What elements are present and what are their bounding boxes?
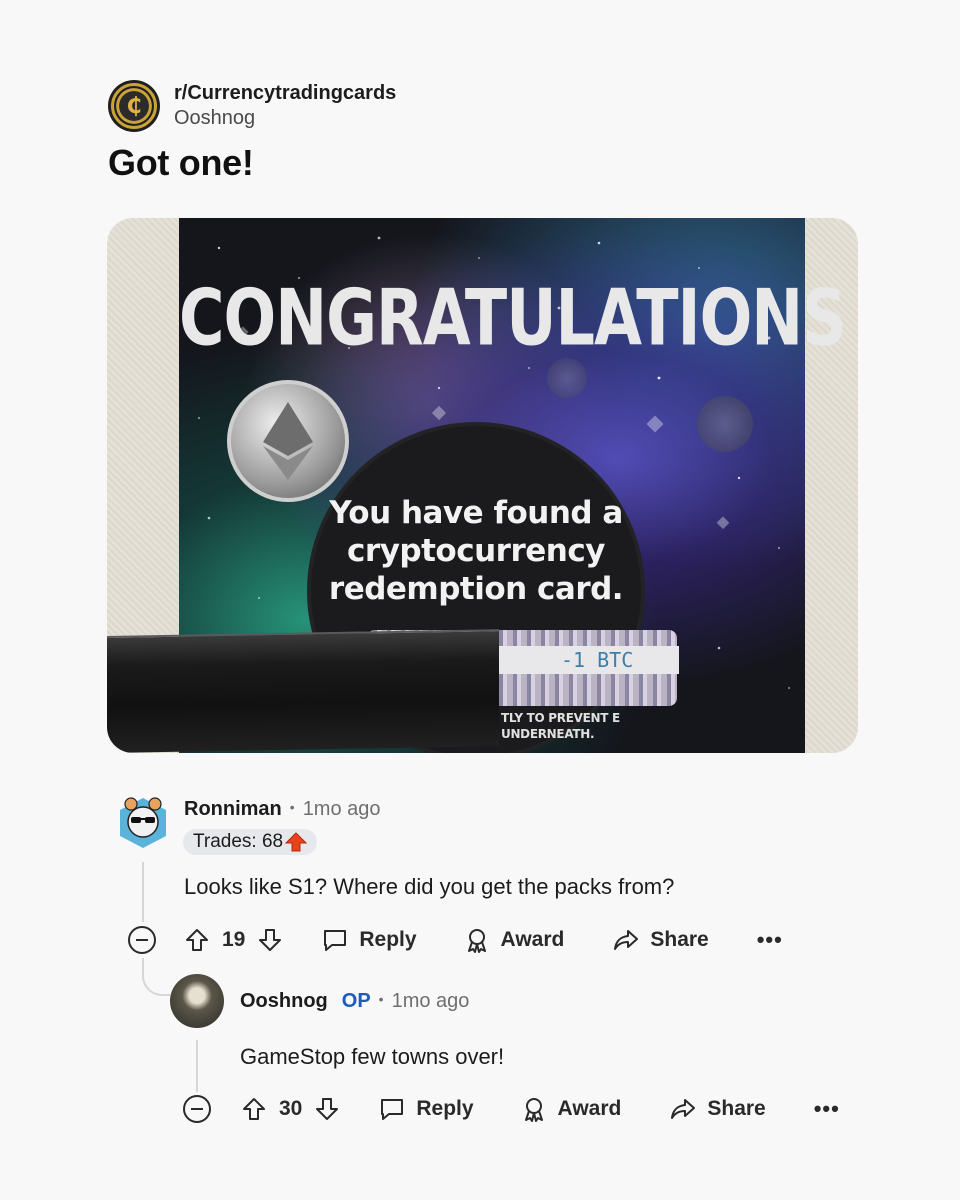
comment-time: 1mo ago — [302, 798, 381, 820]
flair-text: Trades: 68 — [193, 831, 284, 852]
upvote-icon — [243, 1098, 265, 1120]
upvote-icon — [186, 929, 208, 951]
more-options-icon[interactable]: ••• — [757, 927, 783, 953]
faded-coin — [547, 358, 587, 398]
reply-label: Reply — [359, 928, 417, 951]
upvote-button[interactable] — [241, 1096, 267, 1122]
more-options-icon[interactable]: ••• — [814, 1096, 840, 1122]
thread-line[interactable] — [196, 1040, 198, 1092]
award-button[interactable]: Award — [463, 926, 565, 954]
currency-coin-icon: ₵ — [126, 93, 142, 119]
comment-header: Ronniman • 1mo ago — [184, 798, 381, 821]
comment-bubble-icon — [381, 1099, 404, 1120]
collapse-icon[interactable] — [128, 926, 156, 954]
subreddit-name[interactable]: r/Currencytradingcards — [174, 81, 396, 105]
reply-author-avatar[interactable] — [170, 974, 224, 1028]
subreddit-avatar[interactable]: ₵ — [108, 80, 160, 132]
award-label: Award — [557, 1097, 622, 1120]
reply-button[interactable]: Reply — [378, 1095, 474, 1123]
award-label: Award — [500, 928, 565, 951]
award-button[interactable]: Award — [520, 1095, 622, 1123]
collapse-icon[interactable] — [183, 1095, 211, 1123]
commenter-avatar[interactable] — [116, 794, 170, 852]
share-icon — [671, 1099, 696, 1119]
thread-connector — [142, 958, 170, 996]
reply-label: Reply — [416, 1097, 474, 1120]
comment-author[interactable]: Ronniman — [184, 798, 282, 821]
upvote-button[interactable] — [184, 927, 210, 953]
card-headline: CONGRATULATIONS — [179, 272, 847, 364]
reply-body: GameStop few towns over! — [240, 1044, 505, 1069]
faded-bitcoin — [697, 396, 753, 452]
share-icon — [614, 930, 639, 950]
comment-actions: 19 Reply Award Share ••• — [128, 926, 783, 954]
post-image[interactable]: CONGRATULATIONS You have found a cryptoc… — [107, 218, 858, 753]
btc-value: -1 BTC — [499, 646, 679, 674]
post-title: Got one! — [108, 142, 254, 183]
award-icon — [524, 1098, 543, 1122]
vote-count: 19 — [222, 928, 246, 951]
black-card-case — [107, 629, 499, 753]
reply-button[interactable]: Reply — [321, 926, 417, 954]
post-author[interactable]: Ooshnog — [174, 105, 396, 131]
downvote-button[interactable] — [257, 927, 283, 953]
card-fine-print: TLY TO PREVENT E UNDERNEATH. — [501, 711, 620, 741]
share-button[interactable]: Share — [612, 926, 709, 954]
comment-body: Looks like S1? Where did you get the pac… — [184, 874, 675, 899]
share-label: Share — [650, 928, 709, 951]
red-up-arrow-icon — [285, 832, 308, 852]
ethereum-coin-icon — [227, 380, 349, 502]
card-message: You have found a cryptocurrency redempti… — [328, 495, 624, 607]
user-flair: Trades: 68 — [183, 829, 318, 855]
reply-author[interactable]: Ooshnog — [240, 990, 328, 1013]
share-label: Share — [707, 1097, 766, 1120]
reply-header: Ooshnog OP • 1mo ago — [240, 990, 470, 1013]
vote-count: 30 — [279, 1097, 303, 1120]
op-badge: OP — [341, 990, 371, 1012]
share-button[interactable]: Share — [669, 1095, 766, 1123]
post-header: ₵ r/Currencytradingcards Ooshnog — [108, 80, 396, 132]
reply-actions: 30 Reply Award Share ••• — [183, 1095, 840, 1123]
reply-time: 1mo ago — [391, 990, 470, 1012]
downvote-icon — [259, 929, 282, 951]
thread-line[interactable] — [142, 862, 144, 922]
downvote-icon — [316, 1098, 339, 1120]
downvote-button[interactable] — [314, 1096, 340, 1122]
award-icon — [467, 929, 486, 953]
comment-bubble-icon — [324, 930, 347, 951]
